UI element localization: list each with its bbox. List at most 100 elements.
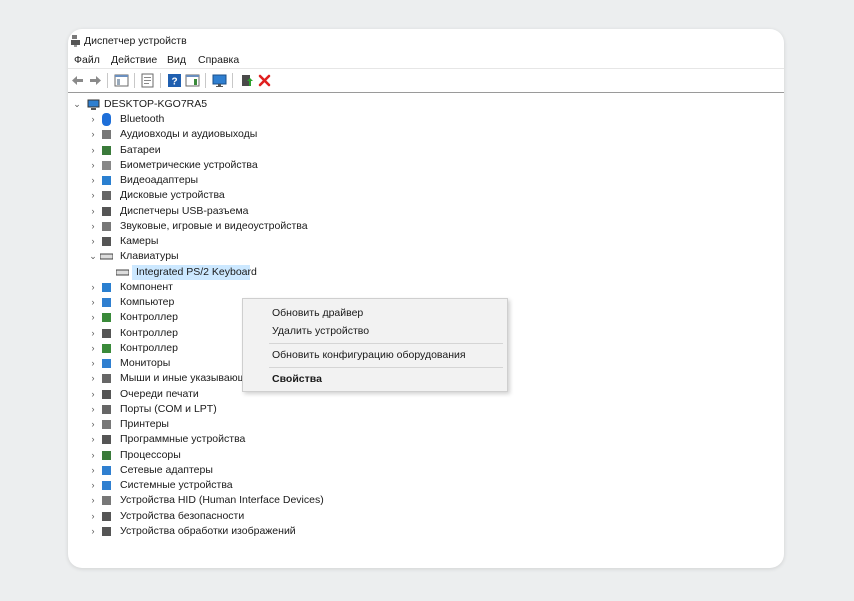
tree-item-network-adapters[interactable]: › Сетевые адаптеры bbox=[68, 463, 784, 478]
chevron-right-icon[interactable]: › bbox=[89, 327, 97, 339]
tree-item-bluetooth[interactable]: › Bluetooth bbox=[68, 112, 784, 127]
update-driver-icon[interactable] bbox=[239, 73, 254, 88]
tree-item-software-components[interactable]: › Компонент bbox=[68, 280, 784, 295]
chevron-right-icon[interactable]: › bbox=[89, 372, 97, 384]
tree-item-label: Контроллер bbox=[120, 326, 178, 339]
chevron-right-icon[interactable]: › bbox=[89, 433, 97, 445]
chevron-right-icon[interactable]: › bbox=[89, 342, 97, 354]
tree-item-cameras[interactable]: › Камеры bbox=[68, 234, 784, 249]
tree-item-system-devices[interactable]: › Системные устройства bbox=[68, 478, 784, 493]
software-device-icon bbox=[102, 435, 111, 445]
help-icon[interactable]: ? bbox=[167, 73, 182, 88]
tree-root[interactable]: ⌄ DESKTOP-KGO7RA5 bbox=[68, 97, 784, 112]
chevron-right-icon[interactable]: › bbox=[89, 281, 97, 293]
toolbar-separator bbox=[205, 73, 206, 88]
monitor-scan-icon[interactable] bbox=[212, 73, 227, 88]
tree-item-batteries[interactable]: › Батареи bbox=[68, 143, 784, 158]
chevron-right-icon[interactable]: › bbox=[89, 189, 97, 201]
tree-item-label: Сетевые адаптеры bbox=[120, 463, 213, 476]
uninstall-red-x-icon[interactable] bbox=[257, 73, 272, 88]
tree-item-keyboards[interactable]: ⌄ Клавиатуры bbox=[68, 249, 784, 264]
action-pane-icon[interactable] bbox=[185, 73, 200, 88]
toolbar-separator bbox=[232, 73, 233, 88]
computer-icon bbox=[102, 298, 111, 307]
chevron-right-icon[interactable]: › bbox=[89, 296, 97, 308]
processor-icon bbox=[102, 450, 111, 460]
back-arrow-icon[interactable] bbox=[70, 73, 85, 88]
tree-item-ports[interactable]: › Порты (COM и LPT) bbox=[68, 402, 784, 417]
chevron-right-icon[interactable]: › bbox=[89, 510, 97, 522]
chevron-right-icon[interactable]: › bbox=[89, 357, 97, 369]
speaker-icon bbox=[102, 130, 111, 140]
window-title: Диспетчер устройств bbox=[84, 35, 187, 47]
tree-item-biometric[interactable]: › Биометрические устройства bbox=[68, 158, 784, 173]
tree-item-label: Диспетчеры USB-разъема bbox=[120, 204, 249, 217]
toolbar-separator bbox=[107, 73, 108, 88]
ctx-scan-hardware[interactable]: Обновить конфигурацию оборудования bbox=[272, 349, 466, 361]
chevron-right-icon[interactable]: › bbox=[89, 235, 97, 247]
chevron-down-icon[interactable]: ⌄ bbox=[73, 98, 81, 110]
tree-item-software-devices[interactable]: › Программные устройства bbox=[68, 432, 784, 447]
chevron-right-icon[interactable]: › bbox=[89, 159, 97, 171]
menu-help[interactable]: Справка bbox=[198, 54, 239, 66]
properties-icon[interactable] bbox=[140, 73, 155, 88]
toolbar-separator bbox=[134, 73, 135, 88]
chevron-right-icon[interactable]: › bbox=[89, 494, 97, 506]
chevron-right-icon[interactable]: › bbox=[89, 311, 97, 323]
ctx-properties[interactable]: Свойства bbox=[272, 373, 322, 385]
chevron-right-icon[interactable]: › bbox=[89, 144, 97, 156]
chevron-right-icon[interactable]: › bbox=[89, 205, 97, 217]
tree-item-label: Компьютер bbox=[120, 296, 175, 308]
chevron-right-icon[interactable]: › bbox=[89, 479, 97, 491]
chevron-right-icon[interactable]: › bbox=[89, 418, 97, 430]
menu-action[interactable]: Действие bbox=[111, 54, 157, 66]
chevron-right-icon[interactable]: › bbox=[89, 464, 97, 476]
tree-item-video-adapters[interactable]: › Видеоадаптеры bbox=[68, 173, 784, 188]
chevron-right-icon[interactable]: › bbox=[89, 388, 97, 400]
device-manager-app-icon bbox=[71, 35, 80, 47]
tree-item-label: Системные устройства bbox=[120, 479, 233, 491]
network-adapter-icon bbox=[102, 465, 111, 475]
keyboard-icon bbox=[100, 253, 113, 260]
menu-view[interactable]: Вид bbox=[167, 54, 186, 66]
tree-item-sound-game-video[interactable]: › Звуковые, игровые и видеоустройства bbox=[68, 219, 784, 234]
chevron-right-icon[interactable]: › bbox=[89, 449, 97, 461]
tree-item-printers[interactable]: › Принтеры bbox=[68, 417, 784, 432]
tree-item-label: Компонент bbox=[120, 280, 173, 293]
ctx-uninstall-device[interactable]: Удалить устройство bbox=[272, 325, 369, 337]
chevron-right-icon[interactable]: › bbox=[89, 220, 97, 232]
system-device-icon bbox=[102, 481, 111, 490]
chevron-right-icon[interactable]: › bbox=[89, 174, 97, 186]
chevron-down-icon[interactable]: ⌄ bbox=[89, 250, 97, 262]
chevron-right-icon[interactable]: › bbox=[89, 128, 97, 140]
menu-file[interactable]: Файл bbox=[74, 54, 100, 66]
show-hide-console-tree-icon[interactable] bbox=[114, 73, 129, 88]
chevron-right-icon[interactable]: › bbox=[89, 525, 97, 537]
ctx-update-driver[interactable]: Обновить драйвер bbox=[272, 307, 363, 319]
tree-item-imaging-devices[interactable]: › Устройства обработки изображений bbox=[68, 524, 784, 539]
device-manager-window: Диспетчер устройств Файл Действие Вид Сп… bbox=[68, 29, 784, 568]
tree-item-label: Контроллер bbox=[120, 341, 178, 354]
tree-item-ps2-keyboard[interactable]: Integrated PS/2 Keyboard bbox=[68, 264, 784, 280]
mouse-icon bbox=[102, 374, 111, 384]
chevron-right-icon[interactable]: › bbox=[89, 403, 97, 415]
display-adapter-icon bbox=[102, 176, 111, 185]
tree-item-label: Контроллер bbox=[120, 311, 178, 324]
tree-item-label: Устройства HID (Human Interface Devices) bbox=[120, 494, 324, 507]
tree-item-hid-devices[interactable]: › Устройства HID (Human Interface Devices… bbox=[68, 493, 784, 508]
tree-item-processors[interactable]: › Процессоры bbox=[68, 448, 784, 463]
chevron-right-icon[interactable]: › bbox=[89, 113, 97, 125]
tree-item-label: Процессоры bbox=[120, 448, 181, 461]
tree-item-disk-drives[interactable]: › Дисковые устройства bbox=[68, 188, 784, 203]
usb-icon bbox=[102, 206, 111, 216]
bluetooth-icon bbox=[102, 113, 111, 126]
tree-item-label: Мониторы bbox=[120, 357, 171, 369]
forward-arrow-icon[interactable] bbox=[88, 73, 103, 88]
title-bar: Диспетчер устройств bbox=[68, 34, 784, 50]
tree-item-audio-io[interactable]: › Аудиовходы и аудиовыходы bbox=[68, 127, 784, 142]
tree-item-security-devices[interactable]: › Устройства безопасности bbox=[68, 509, 784, 524]
keyboard-icon bbox=[116, 269, 129, 275]
tree-root-label: DESKTOP-KGO7RA5 bbox=[104, 98, 208, 110]
tree-item-usb-connector-managers[interactable]: › Диспетчеры USB-разъема bbox=[68, 204, 784, 219]
battery-icon bbox=[102, 145, 111, 155]
